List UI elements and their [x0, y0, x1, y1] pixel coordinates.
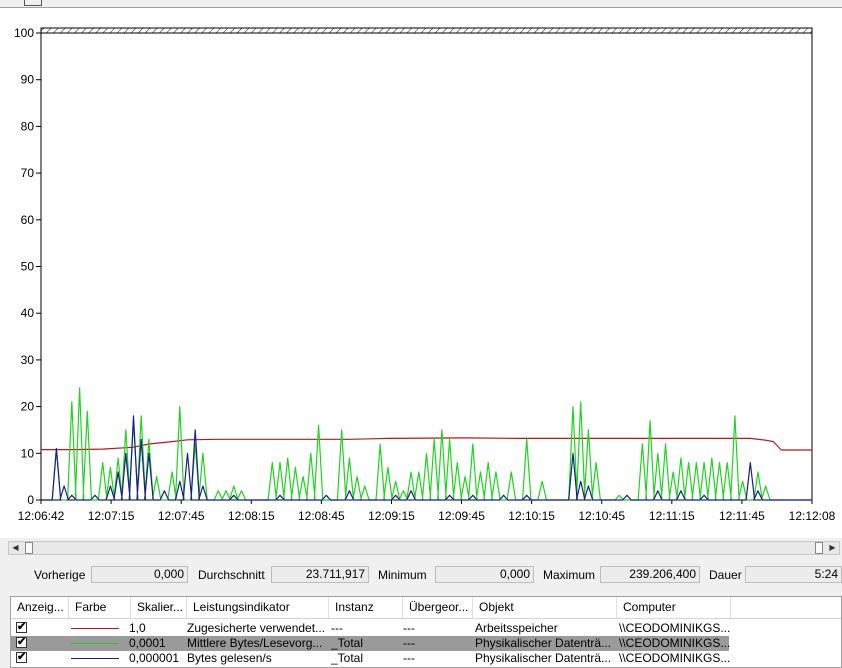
legend-header: Anzeig... Farbe Skalier... Leistungsindi… [11, 597, 841, 619]
show-checkbox[interactable]: ✔ [16, 637, 27, 648]
y-tick-label: 0 [27, 493, 34, 507]
col-instance[interactable]: Instanz [329, 597, 403, 618]
col-counter[interactable]: Leistungsindikator [187, 597, 329, 618]
col-computer[interactable]: Computer [617, 597, 731, 618]
y-tick-label: 60 [21, 213, 35, 227]
minimum-value: 0,000 [435, 566, 534, 583]
computer-cell: \\CEODOMINIKGS... [619, 621, 731, 635]
overflow-band [40, 27, 813, 34]
time-scrollbar[interactable]: ◀ ▶ [8, 541, 840, 555]
scroll-end-handle[interactable] [815, 542, 823, 554]
object-cell: Physikalischer Datenträ... [475, 636, 612, 650]
parent-cell: --- [403, 636, 415, 650]
x-tick-label: 12:09:45 [438, 509, 485, 523]
instance-cell: _Total [331, 651, 364, 665]
toolbar-icon[interactable] [24, 0, 42, 6]
x-tick-label: 12:11:15 [649, 509, 695, 523]
legend-row-selected[interactable]: ✔ 0,0001 Mittlere Bytes/Lesevorg... _Tot… [11, 636, 731, 651]
legend-row[interactable]: ✔ 0,000001 Bytes gelesen/s _Total --- Ph… [11, 651, 841, 666]
scale-cell: 1,0 [129, 621, 146, 635]
computer-cell: \\CEODOMINIKGS... [619, 636, 731, 650]
scroll-left-arrow[interactable]: ◀ [9, 542, 22, 554]
instance-cell: --- [331, 621, 343, 635]
col-scale[interactable]: Skalier... [131, 597, 187, 618]
scale-cell: 0,0001 [129, 636, 166, 650]
y-tick-label: 20 [21, 400, 35, 414]
x-tick-label: 12:11:45 [719, 509, 765, 523]
counter-cell: Zugesicherte verwendet... [187, 621, 326, 635]
object-cell: Physikalischer Datenträ... [475, 651, 612, 665]
counter-cell: Bytes gelesen/s [187, 651, 272, 665]
color-swatch [71, 643, 119, 644]
show-checkbox[interactable]: ✔ [16, 622, 27, 633]
scroll-right-arrow[interactable]: ▶ [826, 542, 839, 554]
y-tick-label: 80 [21, 119, 35, 133]
legend-row[interactable]: ✔ 1,0 Zugesicherte verwendet... --- --- … [11, 621, 841, 636]
counter-cell: Mittlere Bytes/Lesevorg... [187, 636, 323, 650]
y-tick-label: 30 [21, 353, 35, 367]
y-tick-label: 10 [21, 446, 35, 460]
scale-cell: 0,000001 [129, 651, 180, 665]
instance-cell: _Total [331, 636, 364, 650]
y-tick-label: 40 [21, 306, 35, 320]
col-object[interactable]: Objekt [473, 597, 617, 618]
duration-value: 5:24 [745, 566, 842, 583]
x-tick-label: 12:07:45 [158, 509, 205, 523]
counter-legend-table: Anzeig... Farbe Skalier... Leistungsindi… [10, 596, 842, 668]
previous-value: 0,000 [91, 566, 188, 583]
chart-svg: 0 10 20 30 40 50 60 70 80 90 100 12:06:42 12:07:15 12… [14, 26, 836, 523]
toolbar-strip [0, 0, 842, 8]
y-tick-label: 90 [21, 73, 35, 87]
maximum-value: 239.206,400 [600, 566, 700, 583]
x-tick-label: 12:10:45 [578, 509, 625, 523]
col-color[interactable]: Farbe [69, 597, 131, 618]
average-label: Durchschnitt [198, 568, 265, 582]
col-show[interactable]: Anzeig... [11, 597, 69, 618]
col-parent[interactable]: Übergeor... [403, 597, 473, 618]
x-tick-label: 12:10:15 [508, 509, 555, 523]
x-tick-label: 12:08:45 [298, 509, 345, 523]
object-cell: Arbeitsspeicher [475, 621, 558, 635]
parent-cell: --- [403, 651, 415, 665]
computer-cell: \\CEODOMINIKGS... [619, 651, 731, 665]
parent-cell: --- [403, 621, 415, 635]
y-tick-label: 70 [21, 166, 35, 180]
x-tick-label: 12:07:15 [88, 509, 135, 523]
x-tick-label: 12:06:42 [18, 509, 65, 523]
x-tick-label: 12:12:08 [789, 509, 836, 523]
duration-label: Dauer [709, 568, 742, 582]
y-tick-label: 100 [14, 26, 34, 40]
average-value: 23.711,917 [271, 566, 369, 583]
maximum-label: Maximum [543, 568, 596, 582]
minimum-label: Minimum [378, 568, 427, 582]
color-swatch [71, 658, 119, 659]
statistics-bar: Vorherige 0,000 Durchschnitt 23.711,917 … [0, 566, 842, 584]
color-swatch [71, 628, 119, 629]
y-tick-label: 50 [21, 260, 35, 274]
x-tick-label: 12:09:15 [368, 509, 415, 523]
previous-label: Vorherige [34, 568, 86, 582]
x-tick-label: 12:08:15 [228, 509, 275, 523]
scroll-start-handle[interactable] [25, 542, 33, 554]
show-checkbox[interactable]: ✔ [16, 652, 27, 663]
plot-area [40, 32, 813, 501]
performance-chart: 0 10 20 30 40 50 60 70 80 90 100 12:06:42 12:07:15 12… [0, 8, 842, 538]
